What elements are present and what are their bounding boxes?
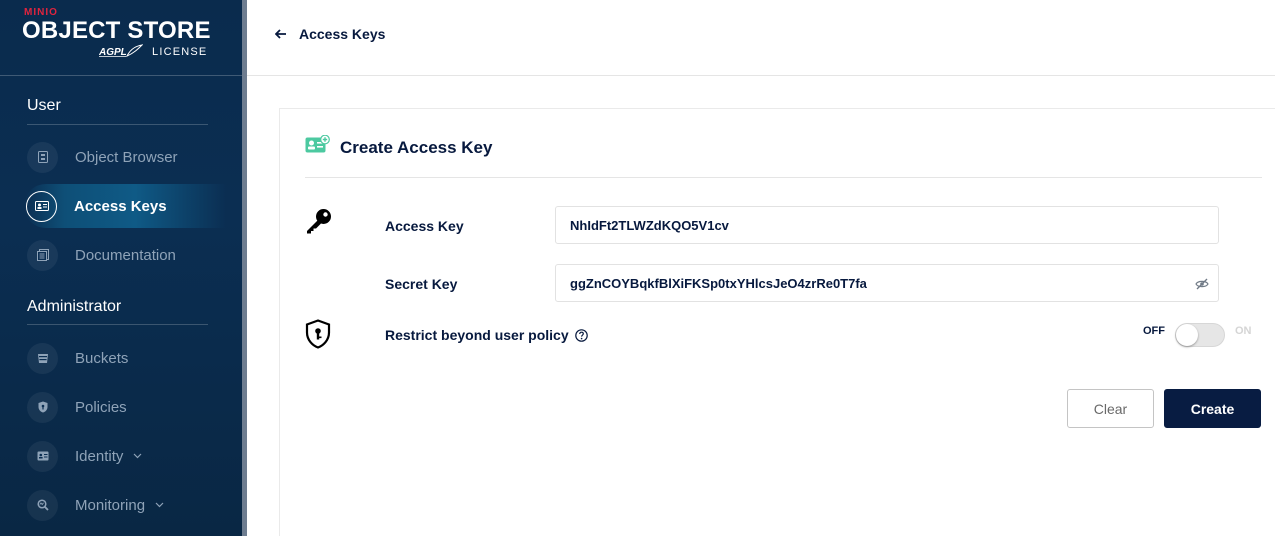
page-header: Access Keys bbox=[247, 0, 1275, 76]
sidebar-item-label: Monitoring bbox=[75, 496, 146, 514]
sidebar-item-documentation[interactable]: Documentation bbox=[26, 233, 228, 277]
administrator-section-divider bbox=[27, 324, 208, 325]
toggle-on-label: ON bbox=[1235, 325, 1252, 337]
chevron-down-icon[interactable] bbox=[155, 500, 164, 511]
brand-title: OBJECT STORE bbox=[22, 17, 211, 44]
sidebar-item-policies[interactable]: Policies bbox=[26, 385, 228, 429]
key-icon bbox=[305, 208, 333, 239]
clear-button[interactable]: Clear bbox=[1067, 389, 1154, 428]
help-icon[interactable] bbox=[574, 328, 588, 342]
object-browser-icon bbox=[27, 141, 58, 173]
restrict-policy-label: Restrict beyond user policy bbox=[385, 327, 588, 343]
documentation-icon bbox=[27, 239, 58, 271]
toggle-knob bbox=[1176, 324, 1198, 346]
sidebar-item-label: Access Keys bbox=[74, 197, 167, 215]
shield-icon bbox=[305, 319, 331, 354]
create-button[interactable]: Create bbox=[1164, 389, 1261, 428]
panel-header: Create Access Key bbox=[305, 134, 493, 160]
sidebar-item-identity[interactable]: Identity bbox=[26, 434, 228, 478]
brand-license-text: LICENSE bbox=[152, 46, 208, 58]
arrow-left-icon bbox=[274, 26, 287, 42]
access-key-input[interactable] bbox=[555, 206, 1219, 244]
brand-logo[interactable]: MINIO OBJECT STORE AGPL LICENSE bbox=[0, 0, 242, 76]
sidebar: MINIO OBJECT STORE AGPL LICENSE User Obj… bbox=[0, 0, 242, 536]
breadcrumb: Access Keys bbox=[299, 26, 386, 42]
user-section-label: User bbox=[27, 97, 61, 114]
monitoring-icon bbox=[27, 489, 58, 521]
access-key-label: Access Key bbox=[385, 218, 464, 234]
access-keys-icon bbox=[26, 190, 57, 222]
secret-key-input[interactable] bbox=[555, 264, 1219, 302]
sidebar-item-label: Documentation bbox=[75, 246, 176, 264]
panel-divider bbox=[305, 177, 1262, 178]
sidebar-item-buckets[interactable]: Buckets bbox=[26, 336, 228, 380]
identity-icon bbox=[27, 440, 58, 472]
sidebar-item-label: Object Browser bbox=[75, 148, 178, 166]
policies-icon bbox=[27, 391, 58, 423]
restrict-policy-text: Restrict beyond user policy bbox=[385, 327, 569, 343]
agpl-logo-icon: AGPL bbox=[99, 44, 143, 58]
sidebar-item-label: Policies bbox=[75, 398, 127, 416]
visibility-off-icon[interactable] bbox=[1195, 277, 1209, 295]
sidebar-resize-handle[interactable] bbox=[242, 0, 247, 536]
sidebar-item-object-browser[interactable]: Object Browser bbox=[26, 135, 228, 179]
secret-key-label: Secret Key bbox=[385, 276, 458, 292]
sidebar-item-label: Buckets bbox=[75, 349, 129, 367]
user-section-divider bbox=[27, 124, 208, 125]
access-key-card-icon bbox=[305, 134, 330, 160]
sidebar-item-monitoring[interactable]: Monitoring bbox=[26, 483, 228, 527]
sidebar-item-label: Identity bbox=[75, 447, 124, 465]
administrator-section-label: Administrator bbox=[27, 298, 122, 315]
buckets-icon bbox=[27, 342, 58, 374]
page-title: Create Access Key bbox=[340, 137, 493, 157]
create-access-key-panel: Create Access Key Access Key Secret Key … bbox=[279, 108, 1275, 536]
toggle-off-label: OFF bbox=[1143, 325, 1165, 337]
sidebar-item-access-keys[interactable]: Access Keys bbox=[24, 184, 226, 228]
chevron-down-icon[interactable] bbox=[133, 451, 142, 462]
back-button[interactable]: Access Keys bbox=[274, 26, 386, 42]
restrict-policy-toggle[interactable] bbox=[1175, 323, 1225, 347]
